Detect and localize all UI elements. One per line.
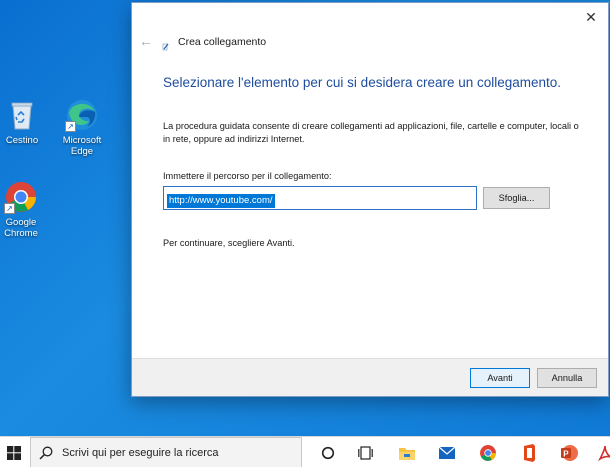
powerpoint-icon[interactable]: P bbox=[558, 442, 580, 464]
desktop-icon-chrome[interactable]: ↗ Google Chrome bbox=[0, 180, 48, 239]
cortana-icon[interactable] bbox=[317, 442, 339, 464]
office-icon[interactable] bbox=[518, 442, 540, 464]
dialog-footer: Avanti Annulla bbox=[132, 358, 608, 396]
close-button[interactable]: ✕ bbox=[580, 6, 602, 28]
dialog-description: La procedura guidata consente di creare … bbox=[163, 121, 579, 144]
taskbar: Scrivi qui per eseguire la ricerca P bbox=[0, 436, 610, 467]
taskbar-search-box[interactable]: Scrivi qui per eseguire la ricerca bbox=[30, 437, 302, 467]
dialog-heading: Selezionare l'elemento per cui si deside… bbox=[163, 75, 562, 90]
desktop: Cestino ↗ Microsoft Edge ↗ Google Chrome… bbox=[0, 0, 610, 436]
close-icon: ✕ bbox=[585, 9, 597, 25]
back-arrow-icon: ← bbox=[139, 33, 153, 49]
edge-icon: ↗ bbox=[65, 98, 99, 132]
browse-button[interactable]: Sfoglia... bbox=[483, 187, 550, 209]
search-icon bbox=[39, 446, 53, 460]
shortcut-arrow-icon: ↗ bbox=[4, 203, 15, 214]
next-button[interactable]: Avanti bbox=[470, 368, 530, 388]
chrome-icon: ↗ bbox=[4, 180, 38, 214]
task-view-icon[interactable] bbox=[355, 442, 377, 464]
search-placeholder: Scrivi qui per eseguire la ricerca bbox=[62, 447, 219, 459]
windows-logo-icon bbox=[7, 445, 21, 460]
cancel-button[interactable]: Annulla bbox=[537, 368, 597, 388]
back-button[interactable]: ← bbox=[138, 33, 154, 49]
path-label: Immettere il percorso per il collegament… bbox=[163, 171, 332, 181]
file-explorer-icon[interactable] bbox=[396, 442, 418, 464]
continue-instruction: Per continuare, scegliere Avanti. bbox=[163, 238, 295, 248]
chrome-icon[interactable] bbox=[477, 442, 499, 464]
desktop-icon-label: Google Chrome bbox=[4, 217, 38, 239]
desktop-icon-label: Cestino bbox=[5, 135, 39, 146]
path-input[interactable]: http://www.youtube.com/ bbox=[163, 186, 477, 210]
desktop-icon-recycle-bin[interactable]: Cestino bbox=[0, 98, 49, 146]
shortcut-wizard-icon bbox=[162, 38, 172, 51]
acrobat-icon[interactable] bbox=[594, 442, 610, 464]
svg-text:P: P bbox=[563, 449, 569, 458]
create-shortcut-dialog: ✕ ← Crea collegamento Selezionare l'elem… bbox=[131, 2, 609, 397]
shortcut-arrow-icon: ↗ bbox=[65, 121, 76, 132]
mail-icon[interactable] bbox=[436, 442, 458, 464]
start-button[interactable] bbox=[0, 437, 28, 467]
path-input-value: http://www.youtube.com/ bbox=[167, 194, 275, 208]
dialog-title: Crea collegamento bbox=[178, 36, 267, 48]
desktop-icon-edge[interactable]: ↗ Microsoft Edge bbox=[55, 98, 109, 157]
recycle-bin-icon bbox=[5, 98, 39, 132]
desktop-icon-label: Microsoft Edge bbox=[62, 135, 102, 157]
